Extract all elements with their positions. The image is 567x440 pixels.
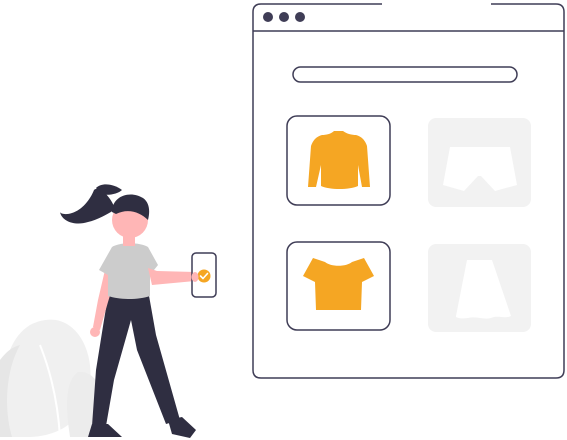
illustration-canvas [0,3,565,438]
thumb [191,272,199,282]
product-tile-skirt[interactable] [428,244,531,332]
shoe-left [88,424,122,437]
window-minimize-dot[interactable] [279,12,289,22]
product-tile-shorts[interactable] [428,118,531,207]
check-badge [197,269,211,283]
arm-front [148,268,195,285]
product-tile-sweater[interactable] [286,115,391,206]
product-tile-crop-top[interactable] [286,241,391,331]
window-close-dot[interactable] [263,12,273,22]
shoe-right [168,417,196,438]
plant-decoration [0,319,105,438]
hand-back [90,327,100,337]
hair-tie-bun [96,184,122,195]
search-bar[interactable] [292,66,518,83]
window-maximize-dot[interactable] [295,12,305,22]
browser-window [252,3,565,379]
